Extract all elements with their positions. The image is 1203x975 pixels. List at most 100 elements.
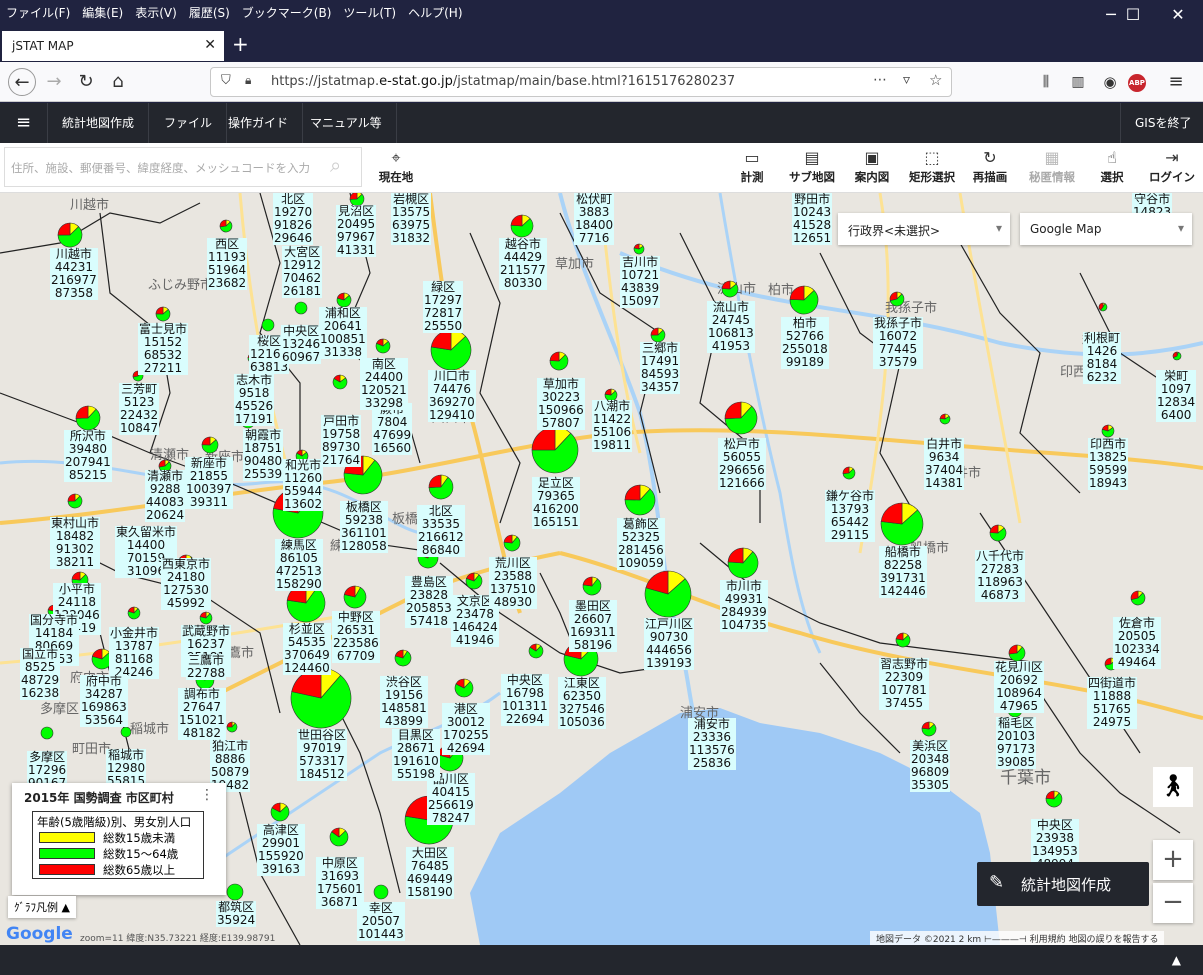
pie-chart[interactable] xyxy=(454,678,474,698)
pie-chart[interactable] xyxy=(644,570,692,618)
pie-chart[interactable] xyxy=(290,667,352,729)
rect-select-button[interactable]: ⬚ 矩形選択 xyxy=(906,147,958,189)
pie-chart[interactable] xyxy=(332,374,348,390)
pie-chart[interactable] xyxy=(650,327,666,343)
pie-chart[interactable] xyxy=(510,214,534,238)
back-icon[interactable]: ← xyxy=(8,68,36,96)
pie-chart[interactable] xyxy=(75,405,101,431)
pie-chart[interactable] xyxy=(127,606,141,620)
menu-history[interactable]: 履歴(S) xyxy=(189,4,230,21)
guide-map-button[interactable]: ▣ 案内図 xyxy=(846,147,898,189)
close-tab-icon[interactable]: ✕ xyxy=(204,37,216,53)
redraw-button[interactable]: ↻ 再描画 xyxy=(964,147,1016,189)
pie-chart[interactable] xyxy=(343,585,367,609)
menu-create-map[interactable]: 統計地図作成 xyxy=(48,103,150,143)
pie-chart[interactable] xyxy=(531,426,579,474)
account-icon[interactable]: ◉ xyxy=(1096,68,1124,96)
pie-chart[interactable] xyxy=(1130,590,1146,606)
pie-chart[interactable] xyxy=(155,306,171,322)
tab-jstat-map[interactable]: jSTAT MAP ✕ xyxy=(2,31,224,61)
pie-chart[interactable] xyxy=(270,802,290,822)
pie-chart[interactable] xyxy=(40,726,54,740)
pie-chart[interactable] xyxy=(789,285,819,315)
menu-manual[interactable]: マニュアル等 xyxy=(296,103,397,143)
url-bar[interactable]: ⛉ 🔒︎ https://jstatmap.e-stat.go.jp/jstat… xyxy=(210,67,952,97)
map-canvas[interactable]: 川越市ふじみ野市草加市流山市柏市我孫子市利根町印西市白井市船橋市千葉市浦安市稲城… xyxy=(0,193,1203,945)
pie-chart[interactable] xyxy=(989,524,1007,542)
pie-chart[interactable] xyxy=(465,572,483,590)
pie-chart[interactable] xyxy=(329,827,349,847)
pie-chart[interactable] xyxy=(375,338,391,354)
select-button[interactable]: ☝ 選択 xyxy=(1086,147,1138,189)
pie-chart[interactable] xyxy=(721,280,739,298)
pegman-icon[interactable]: 🚶︎ xyxy=(1153,767,1193,807)
menu-hamburger-icon[interactable]: ≡ xyxy=(1162,68,1190,96)
new-tab-icon[interactable]: + xyxy=(232,32,249,56)
menu-file[interactable]: ファイル(F) xyxy=(6,4,70,21)
close-window-icon[interactable]: ✕ xyxy=(1155,0,1201,30)
pie-chart[interactable] xyxy=(724,401,758,435)
pie-chart[interactable] xyxy=(430,329,472,371)
zoom-out-button[interactable]: − xyxy=(1153,883,1193,923)
chevron-up-icon[interactable]: ▲ xyxy=(1172,953,1181,967)
pie-chart[interactable] xyxy=(57,222,83,248)
pocket-icon[interactable]: ▿ xyxy=(903,72,910,88)
pie-chart[interactable] xyxy=(373,884,389,900)
home-icon[interactable]: ⌂ xyxy=(104,68,132,96)
pie-chart[interactable] xyxy=(727,547,759,579)
pie-chart[interactable] xyxy=(201,436,219,454)
pie-chart[interactable] xyxy=(294,301,308,315)
login-button[interactable]: ⇥ ログイン xyxy=(1146,147,1198,189)
basemap-select[interactable]: Google Map ▾ xyxy=(1020,213,1192,245)
pie-chart[interactable] xyxy=(582,576,602,596)
pie-chart[interactable] xyxy=(1008,644,1026,662)
pie-chart[interactable] xyxy=(120,726,132,738)
pie-chart[interactable] xyxy=(939,413,951,425)
menu-help[interactable]: ヘルプ(H) xyxy=(408,4,462,21)
submap-button[interactable]: ▤ サブ地図 xyxy=(786,147,838,189)
page-actions-icon[interactable]: ⋯ xyxy=(873,72,887,88)
pie-chart[interactable] xyxy=(261,318,275,332)
pie-chart[interactable] xyxy=(633,243,645,255)
bookmark-star-icon[interactable]: ☆ xyxy=(929,71,942,89)
pie-chart[interactable] xyxy=(921,721,937,737)
library-icon[interactable]: ⫼ xyxy=(1032,68,1060,96)
menu-guide[interactable]: 操作ガイド xyxy=(214,103,304,143)
adblock-icon[interactable]: ABP xyxy=(1128,74,1146,92)
menu-tools[interactable]: ツール(T) xyxy=(343,4,396,21)
map-attribution[interactable]: 地図データ ©2021 2 km ⊢———⊣ 利用規約 地図の誤りを報告する xyxy=(870,931,1165,945)
graph-legend-button[interactable]: ｸﾞﾗﾌ凡例 ▲ xyxy=(8,896,76,918)
pie-chart[interactable] xyxy=(528,643,544,659)
pie-chart[interactable] xyxy=(624,484,656,516)
pie-chart[interactable] xyxy=(503,534,521,552)
pie-chart[interactable] xyxy=(428,474,454,500)
pie-chart[interactable] xyxy=(549,351,569,371)
secret-info-button[interactable]: ▦ 秘匿情報 xyxy=(1026,147,1078,189)
pie-chart[interactable] xyxy=(336,292,352,308)
pie-chart[interactable] xyxy=(880,502,924,546)
pie-chart[interactable] xyxy=(889,291,905,307)
pie-chart[interactable] xyxy=(394,649,412,667)
zoom-in-button[interactable]: + xyxy=(1153,840,1193,880)
more-vert-icon[interactable]: ⋮ xyxy=(200,787,214,803)
hamburger-icon[interactable]: ≡ xyxy=(0,103,48,143)
menu-view[interactable]: 表示(V) xyxy=(135,4,177,21)
pie-chart[interactable] xyxy=(199,611,213,625)
reload-icon[interactable]: ↻ xyxy=(72,68,100,96)
menu-bookmarks[interactable]: ブックマーク(B) xyxy=(242,4,332,21)
measure-button[interactable]: ▭ 計測 xyxy=(726,147,778,189)
pie-chart[interactable] xyxy=(219,219,233,233)
pie-chart[interactable] xyxy=(226,883,244,901)
pie-chart[interactable] xyxy=(1098,302,1108,312)
pie-chart[interactable] xyxy=(226,721,238,733)
create-map-button[interactable]: ✎ 統計地図作成 xyxy=(977,862,1149,906)
pie-chart[interactable] xyxy=(895,632,911,648)
pie-chart[interactable] xyxy=(1172,351,1182,361)
menu-edit[interactable]: 編集(E) xyxy=(82,4,123,21)
search-input[interactable]: 住所、施設、郵便番号、緯度経度、メッシュコードを入力 xyxy=(4,147,362,187)
current-location-button[interactable]: ⌖ 現在地 xyxy=(370,147,422,189)
pie-chart[interactable] xyxy=(842,466,856,480)
boundary-select[interactable]: 行政界<未選択> ▾ xyxy=(838,213,1010,245)
search-icon[interactable]: ⌕ xyxy=(330,153,341,177)
shield-icon[interactable]: ⛉ xyxy=(221,73,231,88)
